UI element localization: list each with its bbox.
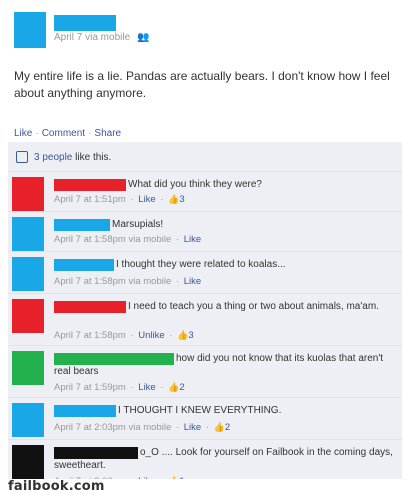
- thumbs-up-icon: 👍: [177, 330, 189, 340]
- comment-text: I need to teach you a thing or two about…: [128, 301, 379, 312]
- comment-text: how did you not know that its kuolas tha…: [54, 353, 384, 377]
- commenter-avatar[interactable]: [12, 403, 44, 437]
- commenter-avatar[interactable]: [12, 299, 44, 333]
- comment-text: What did you think they were?: [128, 179, 262, 190]
- comment-meta: April 7 at 1:58pm · Unlike · 👍3: [54, 330, 194, 341]
- comment-like-link[interactable]: Like: [184, 422, 201, 433]
- comment-meta: April 7 at 1:51pm · Like · 👍3: [54, 194, 185, 205]
- comment-like-count[interactable]: 2: [179, 382, 184, 393]
- likes-count[interactable]: 3 people: [34, 152, 72, 163]
- comment-time[interactable]: April 7 at 1:59pm: [54, 382, 126, 393]
- comment-item: I need to teach you a thing or two about…: [8, 294, 402, 346]
- comment-text: I THOUGHT I KNEW EVERYTHING.: [118, 405, 282, 416]
- like-link[interactable]: Like: [14, 128, 32, 139]
- comment-text: o_O .... Look for yourself on Failbook i…: [54, 447, 393, 471]
- post-actions: Like · Comment · Share: [14, 128, 122, 139]
- likes-row: 3 people like this.: [8, 150, 402, 172]
- comment-link[interactable]: Comment: [42, 128, 85, 139]
- share-link[interactable]: Share: [94, 128, 121, 139]
- comment-time[interactable]: April 7 at 1:58pm: [54, 330, 126, 341]
- watermark-text: failbook.com: [8, 479, 105, 494]
- thumbs-up-icon: 👍: [168, 382, 180, 392]
- comment-text: Marsupials!: [112, 219, 164, 230]
- comment-item: I THOUGHT I KNEW EVERYTHING. April 7 at 2…: [8, 398, 402, 440]
- comment-item: What did you think they were? April 7 at …: [8, 172, 402, 212]
- commenter-avatar[interactable]: [12, 177, 44, 211]
- comment-like-link[interactable]: Like: [184, 234, 201, 245]
- thumbs-up-icon: 👍: [168, 194, 180, 204]
- comment-time[interactable]: April 7 at 2:03pm: [54, 422, 126, 433]
- comment-meta: April 7 at 1:58pm via mobile · Like: [54, 276, 202, 287]
- comment-like-link[interactable]: Unlike: [138, 330, 164, 341]
- comment-meta: April 7 at 1:59pm · Like · 👍2: [54, 382, 185, 393]
- post-header: April 7 via mobile 👥: [0, 0, 408, 60]
- comment-via: via mobile: [125, 422, 172, 433]
- commenter-avatar[interactable]: [12, 351, 44, 385]
- comment-meta: April 7 at 2:03pm via mobile · Like · 👍2: [54, 422, 231, 433]
- comment-item: Marsupials! April 7 at 1:58pm via mobile …: [8, 212, 402, 252]
- thumbs-up-icon: 👍: [213, 422, 225, 432]
- comment-item: how did you not know that its kuolas tha…: [8, 346, 402, 398]
- comment-like-count[interactable]: 3: [188, 330, 193, 341]
- post-meta: April 7 via mobile 👥: [54, 32, 149, 43]
- comment-like-link[interactable]: Like: [138, 194, 155, 205]
- comment-like-link[interactable]: Like: [184, 276, 201, 287]
- comment-via: via mobile: [125, 276, 172, 287]
- comment-item: I thought they were related to koalas...…: [8, 252, 402, 294]
- post-meta-text: April 7 via mobile: [54, 32, 131, 43]
- commenter-avatar[interactable]: [12, 257, 44, 291]
- comment-time[interactable]: April 7 at 1:58pm: [54, 234, 126, 245]
- comment-meta: April 7 at 1:58pm via mobile · Like: [54, 234, 202, 245]
- commenter-avatar[interactable]: [12, 445, 44, 479]
- comment-text: I thought they were related to koalas...: [116, 259, 286, 270]
- comment-time[interactable]: April 7 at 1:58pm: [54, 276, 126, 287]
- poster-name-redacted: [54, 15, 116, 31]
- comment-like-count[interactable]: 3: [179, 194, 184, 205]
- likes-suffix: like this.: [75, 152, 112, 163]
- comment-via: via mobile: [125, 234, 172, 245]
- comment-time[interactable]: April 7 at 1:51pm: [54, 194, 126, 205]
- comment-like-link[interactable]: Like: [138, 382, 155, 393]
- poster-avatar[interactable]: [14, 12, 46, 48]
- watermark: failbook.com: [0, 479, 408, 495]
- thumbs-up-icon: [16, 151, 28, 164]
- post-body: My entire life is a lie. Pandas are actu…: [14, 69, 390, 100]
- friends-icon: 👥: [136, 32, 150, 43]
- commenter-avatar[interactable]: [12, 217, 44, 251]
- comment-like-count[interactable]: 2: [225, 422, 230, 433]
